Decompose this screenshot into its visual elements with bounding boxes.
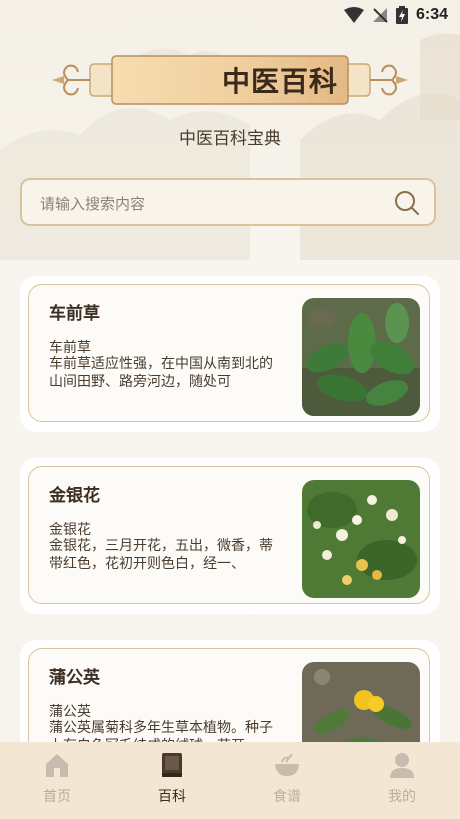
herb-title: 车前草 [49, 304, 100, 324]
nav-label: 我的 [388, 789, 416, 805]
herb-card[interactable]: 车前草 车前草 车前草适应性强，在中国从南到北的山间田野、路旁河边，随处可 [20, 276, 440, 432]
nav-item-profile[interactable]: 我的 [357, 750, 447, 810]
page-subtitle: 中医百科宝典 [179, 129, 281, 149]
user-icon [390, 753, 414, 778]
battery-charging-icon [395, 6, 408, 24]
nav-item-home[interactable]: 首页 [12, 750, 102, 810]
herb-title: 蒲公英 [49, 668, 100, 688]
herb-name: 车前草 [49, 340, 91, 356]
herb-description: 金银花，三月开花，五出，微香，蒂带红色，花初开则色白，经一、 [49, 538, 273, 572]
bowl-icon [275, 753, 299, 776]
book-icon [162, 753, 182, 777]
nav-label: 食谱 [273, 789, 301, 805]
herb-title: 金银花 [49, 486, 100, 506]
search-box[interactable] [20, 178, 436, 226]
nav-item-recipes[interactable]: 食谱 [242, 750, 332, 810]
status-bar: 6:34 [0, 0, 460, 34]
title-banner: 中医百科 [50, 50, 410, 110]
herb-image [302, 480, 420, 598]
herb-name: 金银花 [49, 522, 91, 538]
nav-label: 首页 [43, 789, 71, 805]
nav-item-encyclopedia[interactable]: 百科 [127, 750, 217, 810]
search-icon[interactable] [394, 190, 420, 216]
nav-label: 百科 [158, 789, 186, 805]
search-input[interactable] [38, 190, 372, 218]
status-time: 6:34 [415, 6, 448, 23]
home-icon [46, 754, 68, 777]
herb-name: 蒲公英 [49, 704, 91, 720]
bottom-nav: 首页 百科 食谱 我的 [0, 742, 460, 819]
herb-image [302, 298, 420, 416]
no-signal-icon [372, 8, 388, 23]
page-title: 中医百科 [221, 65, 338, 98]
wifi-icon [343, 7, 364, 23]
herb-description: 车前草适应性强，在中国从南到北的山间田野、路旁河边，随处可 [49, 356, 273, 390]
herb-card[interactable]: 金银花 金银花 金银花，三月开花，五出，微香，蒂带红色，花初开则色白，经一、 [20, 458, 440, 614]
